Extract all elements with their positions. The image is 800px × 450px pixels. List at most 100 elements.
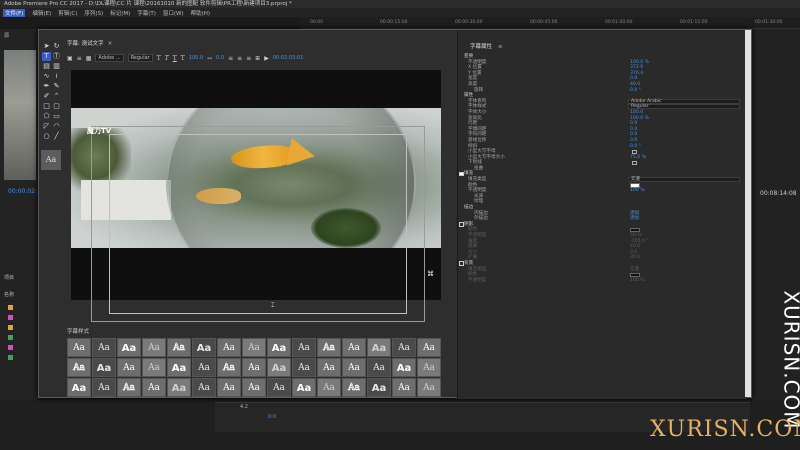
color-swatch[interactable] [630, 183, 640, 188]
font-family-select[interactable]: Adobe ... [95, 54, 124, 62]
style-swatch[interactable]: Aa [192, 338, 216, 357]
style-swatch[interactable]: Aa [292, 378, 316, 397]
pen-tool-icon[interactable]: ✒ [42, 82, 51, 91]
style-swatch[interactable]: Aa [317, 378, 341, 397]
menu-clip[interactable]: 剪辑(C) [58, 9, 77, 17]
background-timecode[interactable]: 00:02:03:01 [273, 55, 304, 61]
new-title-icon[interactable]: ▣ [67, 55, 73, 62]
font-style-select[interactable]: Regular [127, 54, 153, 62]
style-swatch[interactable]: Aa [342, 358, 366, 377]
style-swatch[interactable]: Aa [67, 378, 91, 397]
style-swatch[interactable]: Aa [67, 358, 91, 377]
style-swatch[interactable]: Aa [367, 378, 391, 397]
titler-tab[interactable]: 字幕: 测试文字 ✕ [63, 38, 112, 50]
menu-marker[interactable]: 标记(M) [110, 9, 130, 17]
close-tab-icon[interactable]: ✕ [108, 41, 113, 47]
style-swatch[interactable]: Aa [392, 358, 416, 377]
style-swatch[interactable]: Aa [367, 338, 391, 357]
style-swatch[interactable]: Aa [92, 338, 116, 357]
style-swatch[interactable]: Aa [117, 338, 141, 357]
ellipse-tool-icon[interactable]: ○ [42, 132, 51, 141]
property-value[interactable]: 100 % [630, 278, 645, 284]
section-checkbox[interactable] [459, 171, 464, 177]
property-checkbox[interactable] [632, 149, 637, 155]
style-swatch[interactable]: Aa [192, 378, 216, 397]
menu-file[interactable]: 文件(F) [3, 8, 26, 17]
path-type-tool-icon[interactable]: ∿ [42, 72, 51, 81]
property-value[interactable]: Regular [628, 104, 740, 110]
style-swatch[interactable]: Aa [142, 358, 166, 377]
style-swatch[interactable]: Aa [192, 358, 216, 377]
tab-stops-icon[interactable]: ⊞ [255, 55, 260, 62]
style-swatch[interactable]: Aa [267, 358, 291, 377]
color-swatch[interactable] [630, 227, 640, 233]
style-swatch[interactable]: Aa [342, 378, 366, 397]
title-stage[interactable]: 魔力TV ⌘ ⌶ [71, 70, 441, 322]
vertical-type-tool-icon[interactable]: Ⓣ [52, 52, 61, 61]
style-swatch[interactable]: Aa [417, 378, 441, 397]
font-size-value[interactable]: 100.0 [189, 55, 203, 61]
vertical-area-type-tool-icon[interactable]: ▥ [52, 62, 61, 71]
menu-title[interactable]: 字幕(T) [137, 9, 156, 17]
style-swatch[interactable]: Aa [92, 358, 116, 377]
align-right-icon[interactable]: ≡ [246, 55, 251, 62]
style-swatch[interactable]: Aa [292, 338, 316, 357]
style-swatch[interactable]: Aa [217, 338, 241, 357]
roll-crawl-icon[interactable]: ≡ [77, 55, 82, 62]
style-swatch[interactable]: Aa [317, 338, 341, 357]
align-center-icon[interactable]: ≡ [237, 55, 242, 62]
timeline-ruler[interactable]: 00:00 00:00:15:00 00:00:30:00 00:00:45:0… [300, 17, 800, 29]
style-swatch[interactable]: Aa [167, 338, 191, 357]
style-swatch[interactable]: Aa [142, 378, 166, 397]
type-tool-icon[interactable]: T [42, 52, 51, 61]
style-swatch[interactable]: Aa [217, 378, 241, 397]
align-left-icon[interactable]: ≡ [228, 55, 233, 62]
stage-title-text[interactable]: 魔力TV [87, 126, 111, 136]
style-swatch[interactable]: Aa [217, 358, 241, 377]
section-checkbox[interactable] [459, 261, 464, 266]
show-background-icon[interactable]: ▶ [264, 55, 269, 62]
text-cursor-icon[interactable]: ⌶ [271, 302, 275, 310]
vertical-path-type-tool-icon[interactable]: ≀ [52, 72, 61, 81]
style-swatch[interactable]: Aa [242, 378, 266, 397]
wedge-tool-icon[interactable]: ◸ [42, 122, 51, 131]
delete-anchor-tool-icon[interactable]: ✎ [52, 82, 61, 91]
underline-icon[interactable]: T [173, 55, 177, 62]
menu-help[interactable]: 帮助(H) [191, 9, 210, 17]
area-type-tool-icon[interactable]: ▤ [42, 62, 51, 71]
property-value[interactable]: 实底 [628, 177, 740, 183]
style-swatch[interactable]: Aa [392, 338, 416, 357]
menu-window[interactable]: 窗口(W) [163, 9, 184, 17]
style-preview-swatch[interactable]: Aa [41, 150, 61, 170]
style-swatch[interactable]: Aa [317, 358, 341, 377]
style-swatch[interactable]: Aa [242, 338, 266, 357]
kerning-value[interactable]: 0.0 [216, 55, 224, 61]
rotation-tool-icon[interactable]: ↻ [52, 42, 61, 51]
italic-icon[interactable]: T [165, 55, 169, 62]
section-checkbox[interactable] [459, 222, 464, 227]
style-swatch[interactable]: Aa [292, 358, 316, 377]
add-anchor-tool-icon[interactable]: ✐ [42, 92, 51, 101]
style-swatch[interactable]: Aa [117, 358, 141, 377]
property-value[interactable]: Adobe Arabic [628, 98, 740, 104]
style-swatch[interactable]: Aa [92, 378, 116, 397]
style-swatch[interactable]: Aa [242, 358, 266, 377]
style-swatch[interactable]: Aa [342, 338, 366, 357]
panel-menu-icon[interactable]: ≡ [498, 44, 503, 50]
style-swatch[interactable]: Aa [117, 378, 141, 397]
line-tool-icon[interactable]: ╱ [52, 132, 61, 141]
rounded-corner-tool-icon[interactable]: ▭ [52, 112, 61, 121]
menu-edit[interactable]: 编辑(E) [32, 9, 51, 17]
color-swatch[interactable] [630, 272, 640, 278]
clipped-corner-tool-icon[interactable]: ⬠ [42, 112, 51, 121]
rectangle-tool-icon[interactable]: □ [42, 102, 51, 111]
style-swatch[interactable]: Aa [417, 358, 441, 377]
bold-icon[interactable]: T [157, 55, 161, 62]
style-swatch[interactable]: Aa [367, 358, 391, 377]
templates-icon[interactable]: ▦ [86, 55, 92, 62]
selection-tool-icon[interactable]: ➤ [42, 42, 51, 51]
style-swatch[interactable]: Aa [142, 338, 166, 357]
property-checkbox[interactable] [632, 160, 637, 166]
style-swatch[interactable]: Aa [392, 378, 416, 397]
style-swatch[interactable]: Aa [67, 338, 91, 357]
